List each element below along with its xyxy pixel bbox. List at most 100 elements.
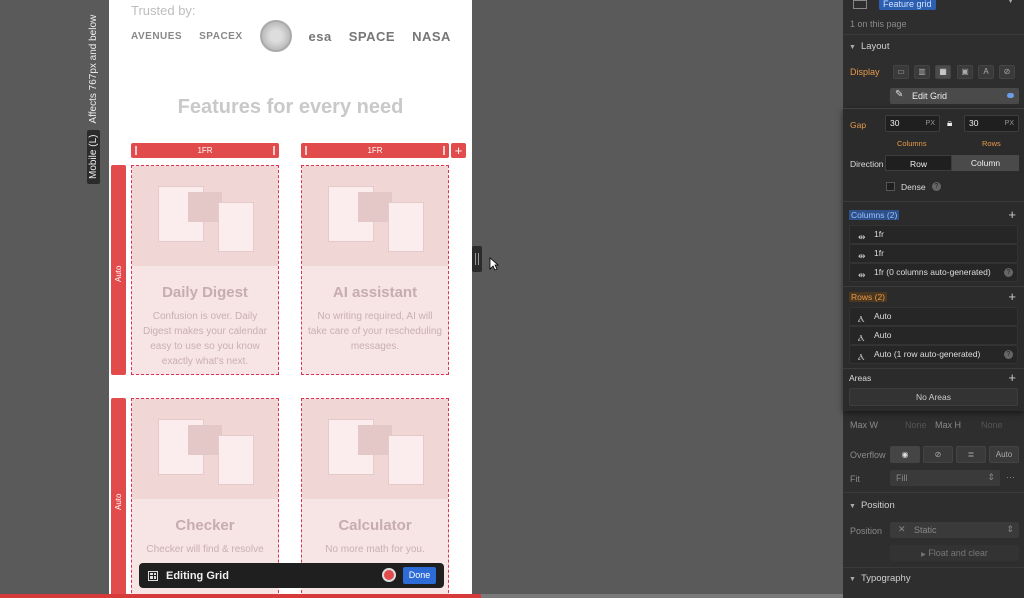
overflow-visible-icon[interactable]: ◉ [890,446,920,463]
display-inline-block-icon[interactable]: ▣ [957,65,973,79]
column-gap-input[interactable]: 30 PX [885,115,940,132]
editing-grid-label: Editing Grid [166,569,229,582]
editing-grid-toolbar: Editing Grid Done [139,563,444,588]
logo-nasa: NASA [412,28,451,44]
seal-logo-icon [259,20,292,52]
fit-label: Fit [850,474,860,484]
card-title: Daily Digest [162,284,248,301]
grip-icon[interactable] [443,146,445,155]
lock-icon[interactable]: 🔒︎ [947,118,952,129]
column-track-1[interactable]: 1FR [131,143,279,158]
display-flex-icon[interactable]: ▥ [914,65,930,79]
row-item-label: Auto [874,330,892,340]
max-w-label: Max W [850,420,878,430]
card-illustration [302,399,448,499]
direction-column-button[interactable]: Column [952,155,1019,171]
grip-icon[interactable] [305,146,307,155]
selector-chip[interactable]: Feature grid [879,0,936,10]
max-w-input[interactable]: None [905,420,927,430]
row-item[interactable]: Ⲁ Auto [849,307,1018,326]
row-track-2[interactable]: Auto [111,398,126,598]
row-height-icon: Ⲁ [858,352,865,362]
grip-icon[interactable] [135,146,137,155]
done-button[interactable]: Done [403,567,436,584]
feature-card[interactable]: Daily Digest Confusion is over. Daily Di… [131,165,279,375]
designer-canvas: Mobile (L) Affects 767px and below Trust… [0,0,843,598]
display-grid-icon[interactable]: ▦ [935,65,951,79]
column-item-label: 1fr [874,248,884,258]
no-areas-placeholder: No Areas [849,388,1018,406]
position-select[interactable]: ✕ Static ⇕ [890,522,1019,538]
logo-spacex: SPACEX [199,30,243,42]
help-icon[interactable]: ? [1004,350,1013,359]
direction-row-button[interactable]: Row [885,155,952,171]
display-block-icon[interactable]: ▭ [893,65,909,79]
breakpoint-indicator: Mobile (L) Affects 767px and below [85,14,101,184]
row-gap-input[interactable]: 30 PX [964,115,1019,132]
logo-avenues: AVENUES [131,30,183,42]
help-icon[interactable]: ? [1004,268,1013,277]
areas-header: Areas [849,373,872,383]
gap-label: Gap [850,120,867,130]
card-description: Checker will find & resolve [146,544,264,555]
progress-fill [0,594,482,598]
display-label: Display [850,67,880,77]
display-inline-icon[interactable]: A [978,65,994,79]
add-column-button[interactable]: + [451,143,466,158]
position-section-header[interactable]: ▼ Position [849,500,895,511]
column-track-2[interactable]: 1FR [301,143,449,158]
add-row-icon[interactable]: + [1008,289,1016,304]
layout-section-header[interactable]: ▼ Layout [849,41,889,52]
unit-label[interactable]: PX [926,116,935,131]
row-item-label: Auto (1 row auto-generated) [874,349,981,359]
typography-section-header[interactable]: ▼ Typography [849,573,911,584]
grid-settings-popover: Gap 30 PX 🔒︎ 30 PX Columns Rows Direction … [843,108,1024,411]
card-illustration [132,399,278,499]
row-item[interactable]: Ⲁ Auto [849,326,1018,345]
x-icon: ✕ [898,524,906,534]
direction-label: Direction [850,159,884,169]
card-description: Confusion is over. Daily Digest makes yo… [143,311,267,367]
column-item[interactable]: ⇹ 1fr [849,244,1018,263]
column-gap-value: 30 [890,118,900,128]
unit-label[interactable]: PX [1005,116,1014,131]
columns-header: Columns (2) [849,210,900,220]
logo-space: SPACE [348,28,396,44]
overflow-label: Overflow [850,450,886,460]
more-options-icon[interactable]: ⋯ [1006,472,1015,483]
column-item-label: 1fr (0 columns auto-generated) [874,267,991,277]
column-track-label: 1FR [367,146,383,155]
max-h-input[interactable]: None [981,420,1003,430]
edit-grid-label: Edit Grid [912,91,948,101]
column-width-icon: ⇹ [858,270,866,280]
column-item[interactable]: ⇹ 1fr [849,225,1018,244]
overflow-auto-button[interactable]: Auto [989,446,1019,463]
float-and-clear-toggle[interactable]: ▶ Float and clear [890,545,1019,561]
breakpoint-chip[interactable]: Mobile (L) [86,129,100,184]
row-item-auto[interactable]: Ⲁ Auto (1 row auto-generated)? [849,345,1018,364]
overflow-hidden-icon[interactable]: ⊘ [923,446,953,463]
column-item-auto[interactable]: ⇹ 1fr (0 columns auto-generated)? [849,263,1018,282]
column-track-label: 1FR [197,146,213,155]
fit-select[interactable]: Fill ⇕ [890,470,1000,486]
typography-header-label: Typography [860,573,911,584]
add-column-icon[interactable]: + [1008,207,1016,222]
instance-count: 1 on this page [850,19,907,29]
rows-header: Rows (2) [849,292,888,302]
card-title: Calculator [338,517,412,534]
columns-gap-sublabel: Columns [897,139,927,148]
feature-card[interactable]: AI assistant No writing required, AI wil… [301,165,449,375]
add-area-icon[interactable]: + [1008,370,1016,385]
chevron-down-icon[interactable]: ▼ [1007,0,1014,5]
column-item-label: 1fr [874,229,884,239]
dense-checkbox[interactable] [886,182,895,191]
canvas-resize-handle[interactable] [472,246,482,272]
features-heading: Features for every need [177,96,404,118]
record-indicator-icon[interactable] [382,568,396,582]
help-icon[interactable]: ? [932,182,941,191]
display-none-icon[interactable]: ⊘ [999,65,1015,79]
overflow-scroll-icon[interactable]: ≣ [956,446,986,463]
row-track-1[interactable]: Auto [111,165,126,375]
grip-icon[interactable] [273,146,275,155]
edit-grid-button[interactable]: ✎ Edit Grid [890,88,1019,104]
